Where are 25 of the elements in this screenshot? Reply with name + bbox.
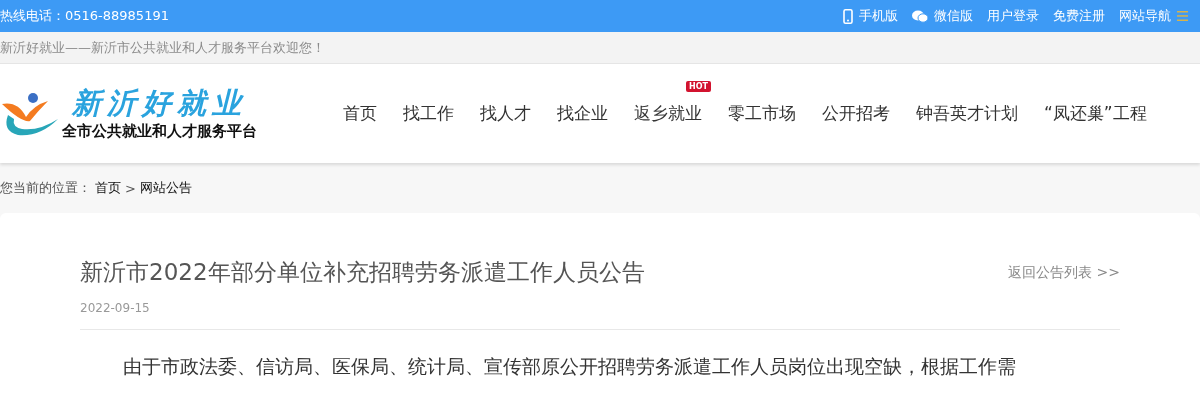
article-title: 新沂市2022年部分单位补充招聘劳务派遣工作人员公告	[80, 258, 645, 287]
chat-bubbles-icon	[912, 9, 928, 23]
breadcrumb-link[interactable]: 首页	[95, 179, 121, 197]
location-label: 您当前的位置：	[0, 179, 91, 197]
welcome-text: 新沂好就业——新沂市公共就业和人才服务平台欢迎您！	[0, 38, 325, 57]
logo-slogan: 全市公共就业和人才服务平台	[62, 120, 257, 142]
article-date: 2022-09-15	[80, 301, 1120, 330]
nav-link[interactable]: 找工作	[390, 102, 467, 125]
article-paragraph: 由于市政法委、信访局、医保局、统计局、宣传部原公开招聘劳务派遣工作人员岗位出现空缺，根据工作需	[121, 354, 1017, 379]
menu-icon[interactable]	[1177, 11, 1188, 21]
nav-link[interactable]: 公开招考	[809, 102, 903, 125]
nav-link[interactable]: 零工市场	[715, 102, 809, 125]
nav-link[interactable]: 找企业	[544, 102, 621, 125]
hotline-text: 热线电话：0516-88985191	[0, 7, 169, 25]
nav-link[interactable]: 返乡就业	[621, 103, 715, 123]
breadcrumb-separator: >	[125, 180, 136, 196]
phone-icon	[843, 8, 853, 24]
nav-link[interactable]: 钟吾英才计划	[903, 102, 1031, 125]
nav-link[interactable]: “凤还巢”工程	[1031, 102, 1160, 125]
logo-title: 新沂好就业	[72, 85, 247, 120]
hot-badge: HOT	[686, 81, 711, 92]
back-link[interactable]: 返回公告列表 >>	[1008, 263, 1120, 282]
nav-link[interactable]: 首页	[330, 102, 390, 125]
breadcrumb-link[interactable]: 网站公告	[139, 179, 192, 197]
nav-link[interactable]: 找人才	[467, 102, 544, 125]
